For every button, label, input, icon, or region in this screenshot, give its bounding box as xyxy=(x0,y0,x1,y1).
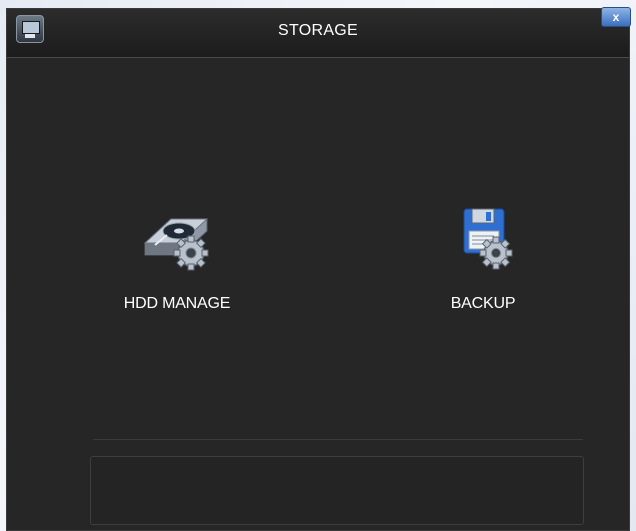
divider xyxy=(93,439,583,440)
info-panel xyxy=(90,456,584,525)
hdd-manage-label: HDD MANAGE xyxy=(123,295,231,312)
title-bar: STORAGE x xyxy=(7,7,631,58)
storage-window: STORAGE x HDD MANAGE BACKUP xyxy=(6,7,631,531)
hdd-gear-icon xyxy=(143,218,209,271)
floppy-gear-icon xyxy=(463,208,513,270)
hdd-manage-button[interactable]: HDD MANAGE xyxy=(107,205,247,313)
backup-button[interactable]: BACKUP xyxy=(423,205,543,313)
backup-label: BACKUP xyxy=(450,295,516,312)
window-title: STORAGE xyxy=(277,22,359,39)
close-button[interactable]: x xyxy=(601,7,631,27)
